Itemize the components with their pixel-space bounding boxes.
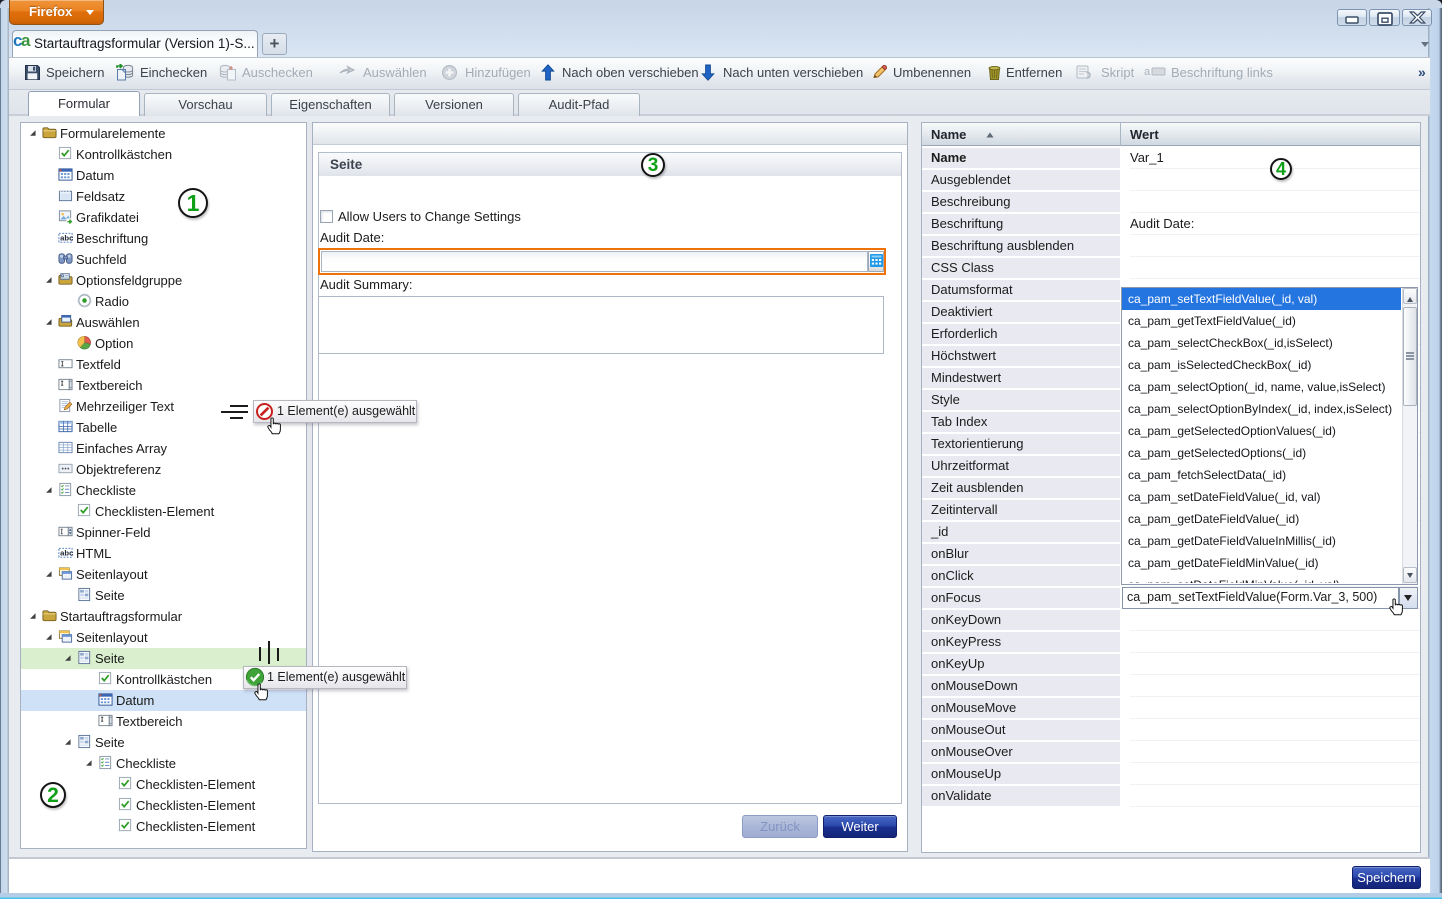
svg-text:abc: abc [60, 233, 73, 242]
svg-text:a: a [1144, 66, 1151, 78]
svg-text:abc: abc [60, 548, 73, 557]
